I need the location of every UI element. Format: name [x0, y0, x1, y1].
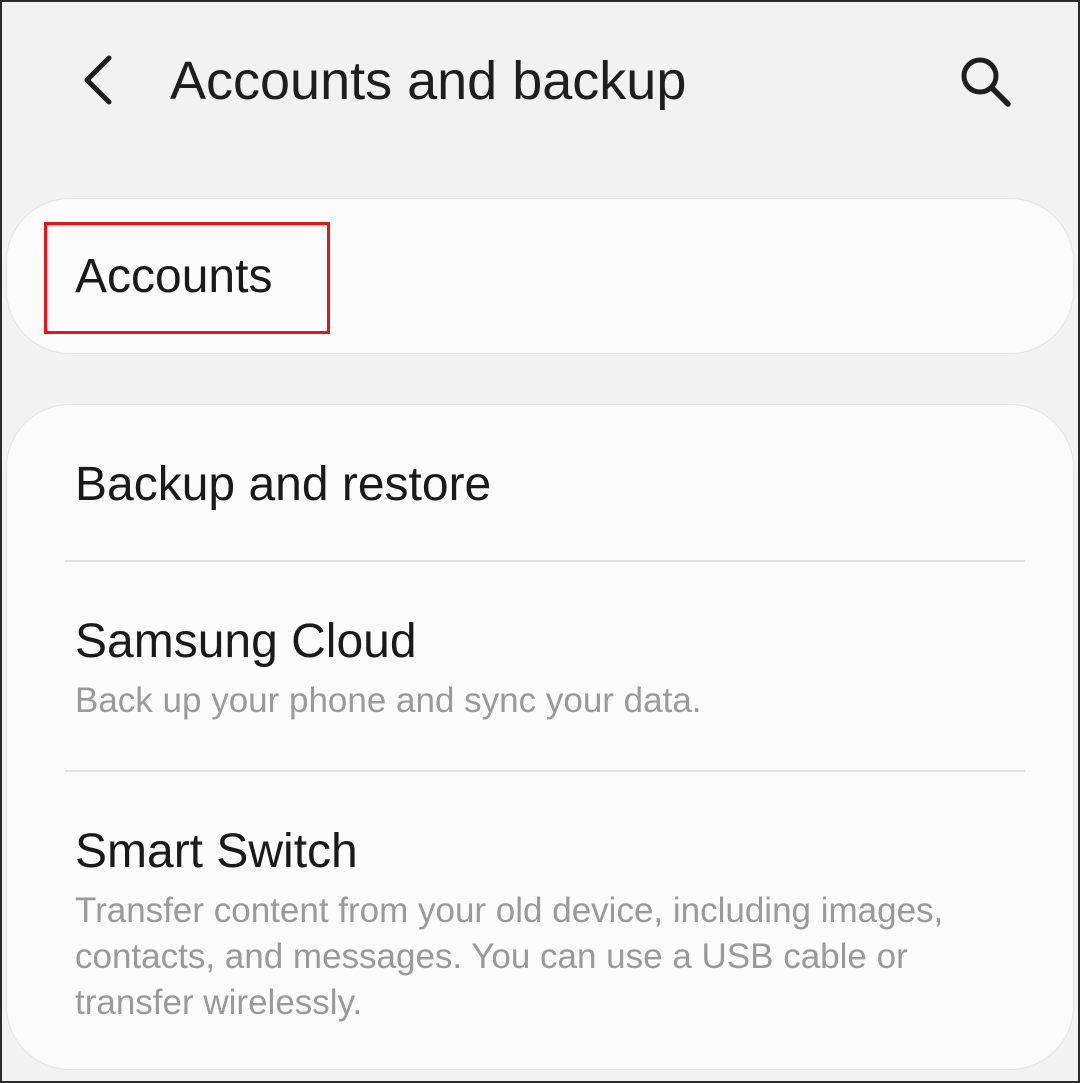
- highlight-box: [44, 222, 330, 334]
- list-item-title: Samsung Cloud: [75, 615, 417, 668]
- app-bar: Accounts and backup: [2, 2, 1078, 162]
- list-item-smart-switch[interactable]: Smart Switch Transfer content from your …: [7, 772, 1073, 1069]
- search-icon: [961, 57, 1011, 107]
- backup-options-card: Backup and restore Samsung Cloud Back up…: [6, 404, 1074, 1070]
- list-item-title: Smart Switch: [75, 825, 358, 878]
- settings-screen: Accounts and backup Accounts Backup and …: [0, 0, 1080, 1083]
- list-item-title: Backup and restore: [75, 458, 492, 511]
- back-button[interactable]: [64, 44, 134, 116]
- list-item-samsung-cloud[interactable]: Samsung Cloud Back up your phone and syn…: [7, 562, 1073, 770]
- page-title: Accounts and backup: [170, 51, 687, 111]
- list-item-backup-and-restore[interactable]: Backup and restore: [7, 405, 1073, 561]
- list-item-subtitle: Back up your phone and sync your data.: [75, 681, 702, 720]
- chevron-left-icon: [84, 55, 112, 105]
- search-button[interactable]: [948, 44, 1024, 120]
- list-item-subtitle: Transfer content from your old device, i…: [75, 891, 944, 1022]
